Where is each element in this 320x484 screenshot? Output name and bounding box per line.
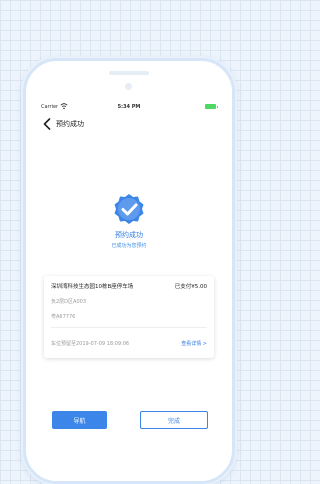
navigate-button[interactable]: 导航 [52,411,107,429]
reservation-card: 深圳湾科技生态园10栋B座停车场 已支付¥5.00 负2层D区A003 粤A67… [44,276,214,358]
paid-amount: 已支付¥5.00 [174,284,207,290]
card-divider [51,327,207,328]
back-arrow-icon[interactable] [43,118,51,130]
parking-lot-name: 深圳湾科技生态园10栋B座停车场 [51,284,134,290]
phone-screen: Carrier 5:34 PM 预约成功 预约成功 已成功为您预约 深圳湾科技生… [36,99,222,481]
success-title: 预约成功 [115,231,143,239]
battery-icon [205,104,218,109]
view-details-link[interactable]: 查看详情 > [181,340,207,347]
success-check-icon [114,194,144,224]
nav-bar: 预约成功 [36,116,222,132]
done-button[interactable]: 完成 [140,411,208,429]
status-bar: Carrier 5:34 PM [36,99,222,113]
success-subtitle: 已成功为您预约 [111,243,147,249]
page-title: 预约成功 [56,120,84,128]
license-plate: 粤A67776 [51,314,76,320]
status-time: 5:34 PM [117,104,141,110]
parking-space: 负2层D区A003 [51,299,86,305]
reserved-until: 车位预留至2019-07-09 18:09:06 [51,341,130,347]
phone-camera [125,83,132,90]
phone-frame: Carrier 5:34 PM 预约成功 预约成功 已成功为您预约 深圳湾科技生… [23,58,235,484]
phone-speaker [109,71,149,75]
